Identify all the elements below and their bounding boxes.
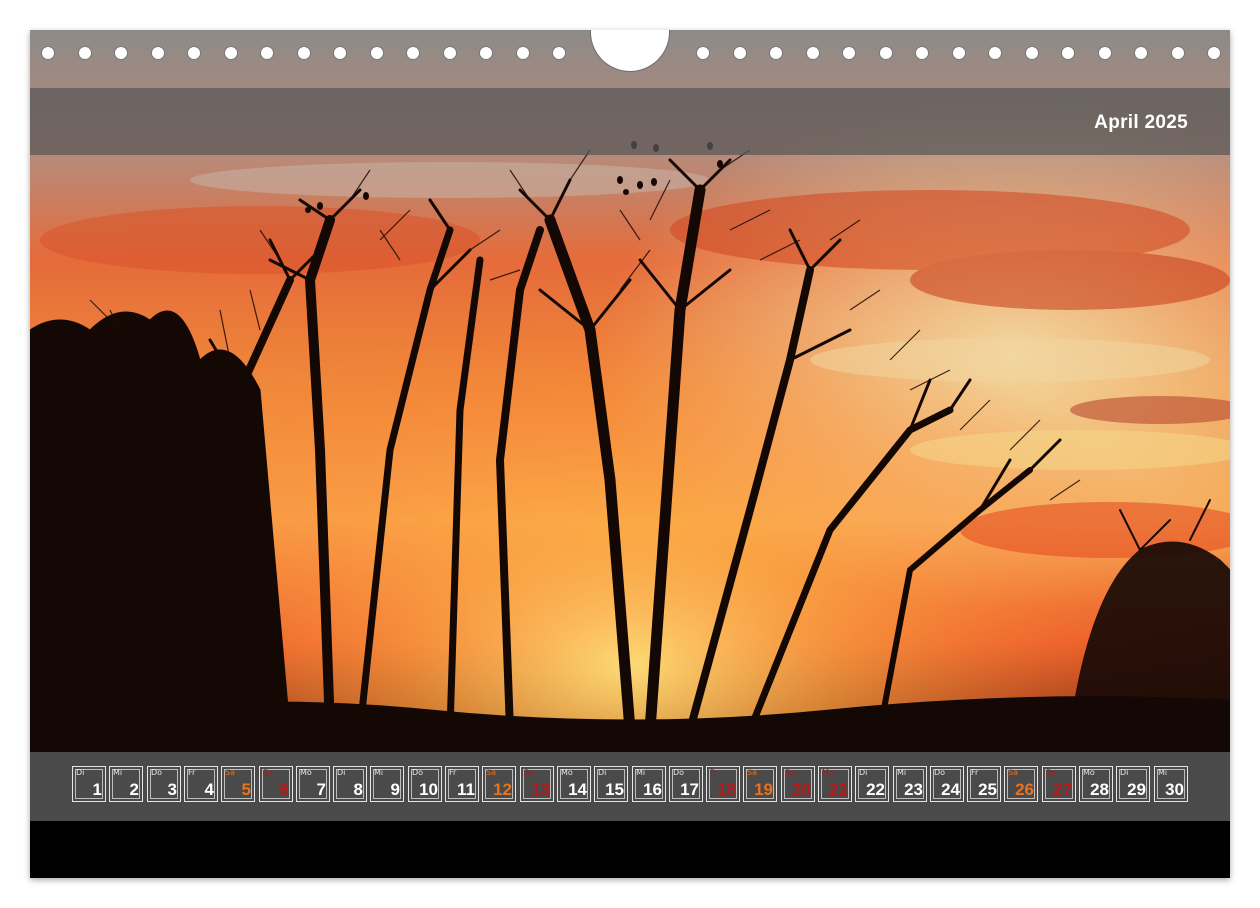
day-number: 24 [941, 780, 960, 799]
weekday-label: Do [412, 768, 424, 777]
day-cell: Di 22 [855, 766, 889, 802]
weekday-label: Di [337, 768, 346, 777]
weekday-label: Mi [1158, 768, 1168, 777]
day-cell: Mi 30 [1154, 766, 1188, 802]
weekday-label: Mi [636, 768, 646, 777]
day-cell: Mi 23 [893, 766, 927, 802]
day-cell: Mo 28 [1079, 766, 1113, 802]
weekday-label: Mo [822, 768, 834, 777]
bottom-strip [30, 821, 1230, 878]
day-cell: So 6 [259, 766, 293, 802]
weekday-label: Mi [897, 768, 907, 777]
day-cell: Sa 26 [1004, 766, 1038, 802]
day-number: 23 [904, 780, 923, 799]
weekday-label: Sa [225, 768, 235, 777]
weekday-label: Sa [1008, 768, 1018, 777]
day-number: 2 [129, 780, 139, 799]
day-number: 14 [568, 780, 587, 799]
weekday-label: Mi [113, 768, 123, 777]
weekday-label: So [785, 768, 795, 777]
day-number: 25 [978, 780, 997, 799]
calendar-day-strip: Di 1 Mi 2 Do 3 Fr 4 Sa 5 So 6 Mo 7 Di 8 Mi 9 Do 10 Fr 11 Sa 12 S… [30, 752, 1230, 821]
day-number: 11 [457, 780, 475, 799]
day-cell: Fr 25 [967, 766, 1001, 802]
day-number: 18 [717, 780, 736, 799]
day-number: 27 [1053, 780, 1072, 799]
day-cell: So 20 [781, 766, 815, 802]
day-number: 3 [167, 780, 177, 799]
weekday-label: Mo [561, 768, 573, 777]
day-number: 20 [792, 780, 811, 799]
day-number: 19 [754, 780, 773, 799]
weekday-label: Fr [710, 768, 718, 777]
day-cell: Sa 12 [482, 766, 516, 802]
day-number: 30 [1165, 780, 1184, 799]
day-number: 12 [493, 780, 512, 799]
day-cell: Sa 19 [743, 766, 777, 802]
day-cell: Di 29 [1116, 766, 1150, 802]
day-number: 4 [204, 780, 214, 799]
weekday-label: Di [598, 768, 607, 777]
weekday-label: Do [673, 768, 685, 777]
weekday-label: Di [76, 768, 85, 777]
day-cell: So 13 [520, 766, 554, 802]
weekday-label: So [524, 768, 534, 777]
day-number: 15 [605, 780, 624, 799]
day-number: 10 [419, 780, 438, 799]
day-cell: Mi 2 [109, 766, 143, 802]
day-number: 13 [531, 780, 550, 799]
day-cell: So 27 [1042, 766, 1076, 802]
day-cell: Mi 9 [370, 766, 404, 802]
day-number: 1 [92, 780, 102, 799]
day-cell: Do 10 [408, 766, 442, 802]
weekday-label: Mi [374, 768, 384, 777]
weekday-label: Di [1120, 768, 1129, 777]
day-number: 7 [316, 780, 326, 799]
weekday-label: Sa [747, 768, 757, 777]
day-number: 21 [829, 780, 848, 799]
day-number: 8 [353, 780, 363, 799]
day-cell: Fr 18 [706, 766, 740, 802]
day-cell: Fr 4 [184, 766, 218, 802]
title-band [30, 88, 1230, 155]
day-cell: Di 1 [72, 766, 106, 802]
weekday-label: Fr [971, 768, 979, 777]
day-cell: Do 17 [669, 766, 703, 802]
day-number: 26 [1015, 780, 1034, 799]
day-cell: Sa 5 [221, 766, 255, 802]
day-cell: Di 8 [333, 766, 367, 802]
weekday-label: Di [859, 768, 868, 777]
weekday-label: Mo [300, 768, 312, 777]
weekday-label: So [1046, 768, 1056, 777]
day-cell: Do 3 [147, 766, 181, 802]
day-number: 17 [680, 780, 699, 799]
weekday-label: Fr [188, 768, 196, 777]
day-cell: Di 15 [594, 766, 628, 802]
day-number: 29 [1127, 780, 1146, 799]
weekday-label: So [263, 768, 273, 777]
weekday-label: Mo [1083, 768, 1095, 777]
day-number: 28 [1090, 780, 1109, 799]
day-number: 16 [643, 780, 662, 799]
day-cell: Mo 14 [557, 766, 591, 802]
day-number: 9 [390, 780, 400, 799]
calendar-page: April 2025 Di 1 Mi 2 Do 3 Fr 4 Sa 5 So 6 Mo 7 Di 8 Mi 9 Do… [30, 30, 1230, 878]
day-cell: Mo 21 [818, 766, 852, 802]
day-number: 6 [279, 780, 289, 799]
weekday-label: Sa [486, 768, 496, 777]
day-cell: Mo 7 [296, 766, 330, 802]
weekday-label: Fr [449, 768, 457, 777]
day-cell: Mi 16 [632, 766, 666, 802]
weekday-label: Do [934, 768, 946, 777]
day-cell: Fr 11 [445, 766, 479, 802]
day-number: 22 [866, 780, 885, 799]
day-cell: Do 24 [930, 766, 964, 802]
month-title: April 2025 [1094, 112, 1188, 133]
day-number: 5 [241, 780, 251, 799]
weekday-label: Do [151, 768, 163, 777]
